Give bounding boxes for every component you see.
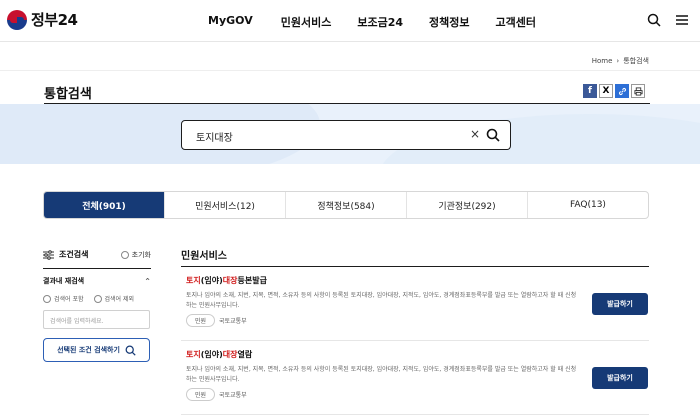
print-icon[interactable] <box>631 84 645 98</box>
category-tag: 민원 <box>186 388 216 401</box>
list-item: 토지(임야)대장열람 토지나 임야의 소재, 지번, 지목, 면적, 소유자 등… <box>186 349 649 401</box>
result-title[interactable]: 토지(임야)대장열람 <box>186 349 649 360</box>
title-text: 열람 <box>237 350 253 359</box>
breadcrumb: Home › 통합검색 <box>592 56 649 66</box>
item-divider <box>181 340 649 341</box>
tab-all[interactable]: 전체(901) <box>44 192 164 218</box>
filter-header: 조건검색 초기화 <box>43 249 151 260</box>
search-within-input[interactable]: 검색어를 입력하세요. <box>43 310 150 329</box>
taegeuk-logo-icon <box>7 9 27 30</box>
section-divider <box>181 266 649 267</box>
filter-title: 조건검색 <box>43 249 88 260</box>
tab-policy-info[interactable]: 정책정보(584) <box>285 192 406 218</box>
global-header: 정부24 MyGOV 민원서비스 보조금24 정책정보 고객센터 <box>0 0 700 42</box>
search-submit-icon[interactable] <box>485 127 501 143</box>
nav-item-customer-center[interactable]: 고객센터 <box>495 14 535 30</box>
item-divider <box>181 414 649 415</box>
logo[interactable]: 정부24 <box>7 9 78 30</box>
x-icon[interactable]: X <box>599 84 613 98</box>
reset-icon <box>120 250 129 259</box>
logo-text: 정부24 <box>31 11 78 29</box>
main-nav: MyGOV 민원서비스 보조금24 정책정보 고객센터 <box>208 14 536 30</box>
radio-exclude[interactable]: 검색어 제외 <box>93 294 135 303</box>
breadcrumb-home[interactable]: Home <box>592 57 613 65</box>
search-within-title: 결과내 재검색 <box>43 277 85 285</box>
clear-icon[interactable]: × <box>470 127 480 141</box>
result-meta: 민원 국토교통부 <box>186 388 649 401</box>
chevron-right-icon: › <box>616 57 620 65</box>
title-text: (임야) <box>200 350 223 359</box>
radio-exclude-label: 검색어 제외 <box>104 296 135 303</box>
title-highlight: 토지 <box>186 276 201 285</box>
search-within-header[interactable]: 결과내 재검색 ⌃ <box>43 276 151 286</box>
sidebar-divider <box>43 268 151 269</box>
result-tabs: 전체(901) 민원서비스(12) 정책정보(584) 기관정보(292) FA… <box>43 191 649 219</box>
result-meta: 민원 국토교통부 <box>186 314 649 327</box>
title-text: 등본발급 <box>237 276 267 285</box>
radio-include-label: 검색어 포함 <box>54 296 84 303</box>
nav-item-policy-info[interactable]: 정책정보 <box>429 14 469 30</box>
section-title: 민원서비스 <box>181 251 227 262</box>
issue-button[interactable]: 발급하기 <box>592 293 648 315</box>
page-title: 통합검색 <box>44 87 92 102</box>
search-within-options: 검색어 포함 검색어 제외 <box>43 294 134 303</box>
result-description: 토지나 임야의 소재, 지번, 지목, 면적, 소유자 등의 사항이 등록된 토… <box>186 366 577 383</box>
facebook-icon[interactable]: f <box>583 84 597 98</box>
issue-button[interactable]: 발급하기 <box>592 367 648 389</box>
chevron-up-icon[interactable]: ⌃ <box>144 277 151 286</box>
reset-label: 초기화 <box>131 250 151 259</box>
search-input[interactable]: 토지대장 × <box>181 120 511 150</box>
radio-circle-icon <box>93 294 102 303</box>
title-highlight: 토지 <box>186 350 201 359</box>
menu-icon[interactable] <box>674 12 690 28</box>
nav-item-mygov[interactable]: MyGOV <box>208 14 253 30</box>
result-title[interactable]: 토지(임야)대장등본발급 <box>186 275 649 286</box>
search-input-value: 토지대장 <box>196 133 233 144</box>
tab-faq[interactable]: FAQ(13) <box>527 192 648 218</box>
breadcrumb-current: 통합검색 <box>623 57 649 65</box>
filter-icon <box>43 249 54 260</box>
tab-agency-info[interactable]: 기관정보(292) <box>406 192 527 218</box>
search-icon <box>125 345 136 356</box>
apply-filter-button[interactable]: 선택된 조건 검색하기 <box>43 338 150 362</box>
category-tag: 민원 <box>186 314 216 327</box>
link-icon[interactable] <box>615 84 629 98</box>
tab-civil-services[interactable]: 민원서비스(12) <box>164 192 285 218</box>
organization: 국토교통부 <box>219 318 247 325</box>
nav-item-civil-services[interactable]: 민원서비스 <box>281 14 332 30</box>
title-highlight: 대장 <box>222 350 238 359</box>
reset-button[interactable]: 초기화 <box>120 250 151 260</box>
nav-item-subsidy24[interactable]: 보조금24 <box>357 14 403 30</box>
title-highlight: 대장 <box>222 276 238 285</box>
title-text: (임야) <box>200 276 223 285</box>
breadcrumb-bar: Home › 통합검색 <box>0 43 700 71</box>
search-icon[interactable] <box>646 12 662 28</box>
result-description: 토지나 임야의 소재, 지번, 지목, 면적, 소유자 등의 사항이 등록된 토… <box>186 292 577 309</box>
organization: 국토교통부 <box>219 392 247 399</box>
list-item: 토지(임야)대장등본발급 토지나 임야의 소재, 지번, 지목, 면적, 소유자… <box>186 275 649 327</box>
filter-title-label: 조건검색 <box>59 250 89 259</box>
radio-circle-icon <box>43 294 51 303</box>
radio-include[interactable]: 검색어 포함 <box>43 294 84 303</box>
share-buttons: f X <box>583 84 645 98</box>
apply-filter-label: 선택된 조건 검색하기 <box>57 346 120 354</box>
